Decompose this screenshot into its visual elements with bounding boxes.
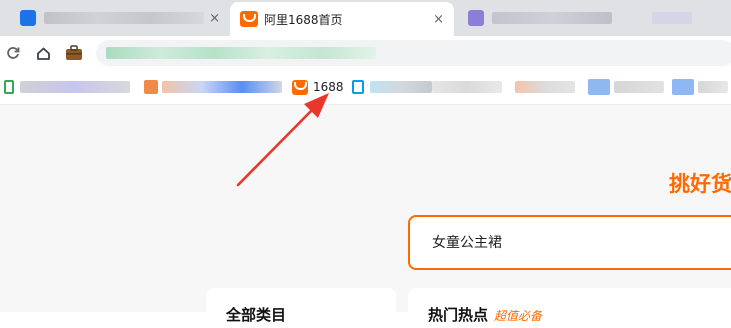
blurred-bookmark bbox=[698, 81, 728, 93]
tab-active[interactable]: 阿里1688首页 × bbox=[230, 2, 454, 36]
reload-icon[interactable] bbox=[4, 44, 22, 62]
bookmark-favicon bbox=[4, 80, 14, 94]
home-icon[interactable] bbox=[34, 44, 52, 62]
category-card: 全部类目 bbox=[206, 288, 396, 328]
blurred-url bbox=[106, 47, 376, 59]
search-box[interactable] bbox=[408, 215, 731, 270]
blurred-bookmark bbox=[20, 81, 130, 93]
tab-strip: × 阿里1688首页 × bbox=[0, 0, 731, 36]
briefcase-icon[interactable] bbox=[65, 44, 83, 62]
blurred-tab-title bbox=[652, 12, 692, 24]
bookmark-label: 1688 bbox=[313, 80, 344, 94]
alibaba-logo-icon bbox=[240, 11, 258, 27]
bookmark-1688[interactable]: 1688 bbox=[292, 78, 344, 96]
hot-topics-label[interactable]: 热门热点 bbox=[428, 306, 488, 324]
bookmark-item[interactable] bbox=[144, 78, 282, 96]
hot-topics-card: 热门热点 超值必备 bbox=[408, 288, 731, 328]
address-bar[interactable] bbox=[96, 40, 731, 66]
tab-favicon bbox=[20, 10, 36, 26]
bookmarks-bar: 1688 bbox=[0, 70, 731, 105]
blurred-bookmark bbox=[162, 81, 282, 93]
hot-topics-sub[interactable]: 超值必备 bbox=[494, 309, 542, 323]
bookmark-favicon bbox=[588, 79, 610, 95]
tab-close-icon[interactable]: × bbox=[209, 11, 220, 26]
bookmark-favicon bbox=[144, 80, 158, 94]
bookmark-item[interactable] bbox=[515, 78, 575, 96]
bookmark-item[interactable] bbox=[588, 78, 664, 96]
search-input[interactable] bbox=[430, 233, 731, 251]
bookmark-item[interactable] bbox=[672, 78, 728, 96]
blurred-bookmark bbox=[370, 81, 432, 93]
bookmark-item[interactable] bbox=[4, 78, 130, 96]
page-slogan: 挑好货 bbox=[669, 172, 731, 196]
alibaba-logo-icon bbox=[292, 79, 308, 95]
blurred-tab-title bbox=[44, 12, 204, 24]
bookmark-favicon bbox=[352, 80, 364, 94]
tab-inactive-left[interactable]: × bbox=[0, 0, 228, 36]
hot-topics-title: 热门热点 超值必备 bbox=[428, 304, 542, 325]
blurred-tab-title bbox=[492, 12, 612, 24]
browser-toolbar bbox=[0, 36, 731, 70]
tab-favicon bbox=[468, 10, 484, 26]
bookmark-item[interactable] bbox=[352, 78, 432, 96]
blurred-bookmark bbox=[432, 81, 502, 93]
tab-inactive-right[interactable] bbox=[458, 0, 731, 36]
bookmark-favicon bbox=[672, 79, 694, 95]
tab-title: 阿里1688首页 bbox=[264, 12, 343, 27]
blurred-bookmark bbox=[614, 81, 664, 93]
blurred-bookmark bbox=[515, 81, 575, 93]
page-content: 挑好货 全部类目 热门热点超值必备 bbox=[0, 105, 731, 328]
tab-close-icon[interactable]: × bbox=[433, 12, 444, 27]
bookmark-item[interactable] bbox=[432, 78, 502, 96]
category-card-title[interactable]: 全部类目 bbox=[226, 304, 286, 325]
